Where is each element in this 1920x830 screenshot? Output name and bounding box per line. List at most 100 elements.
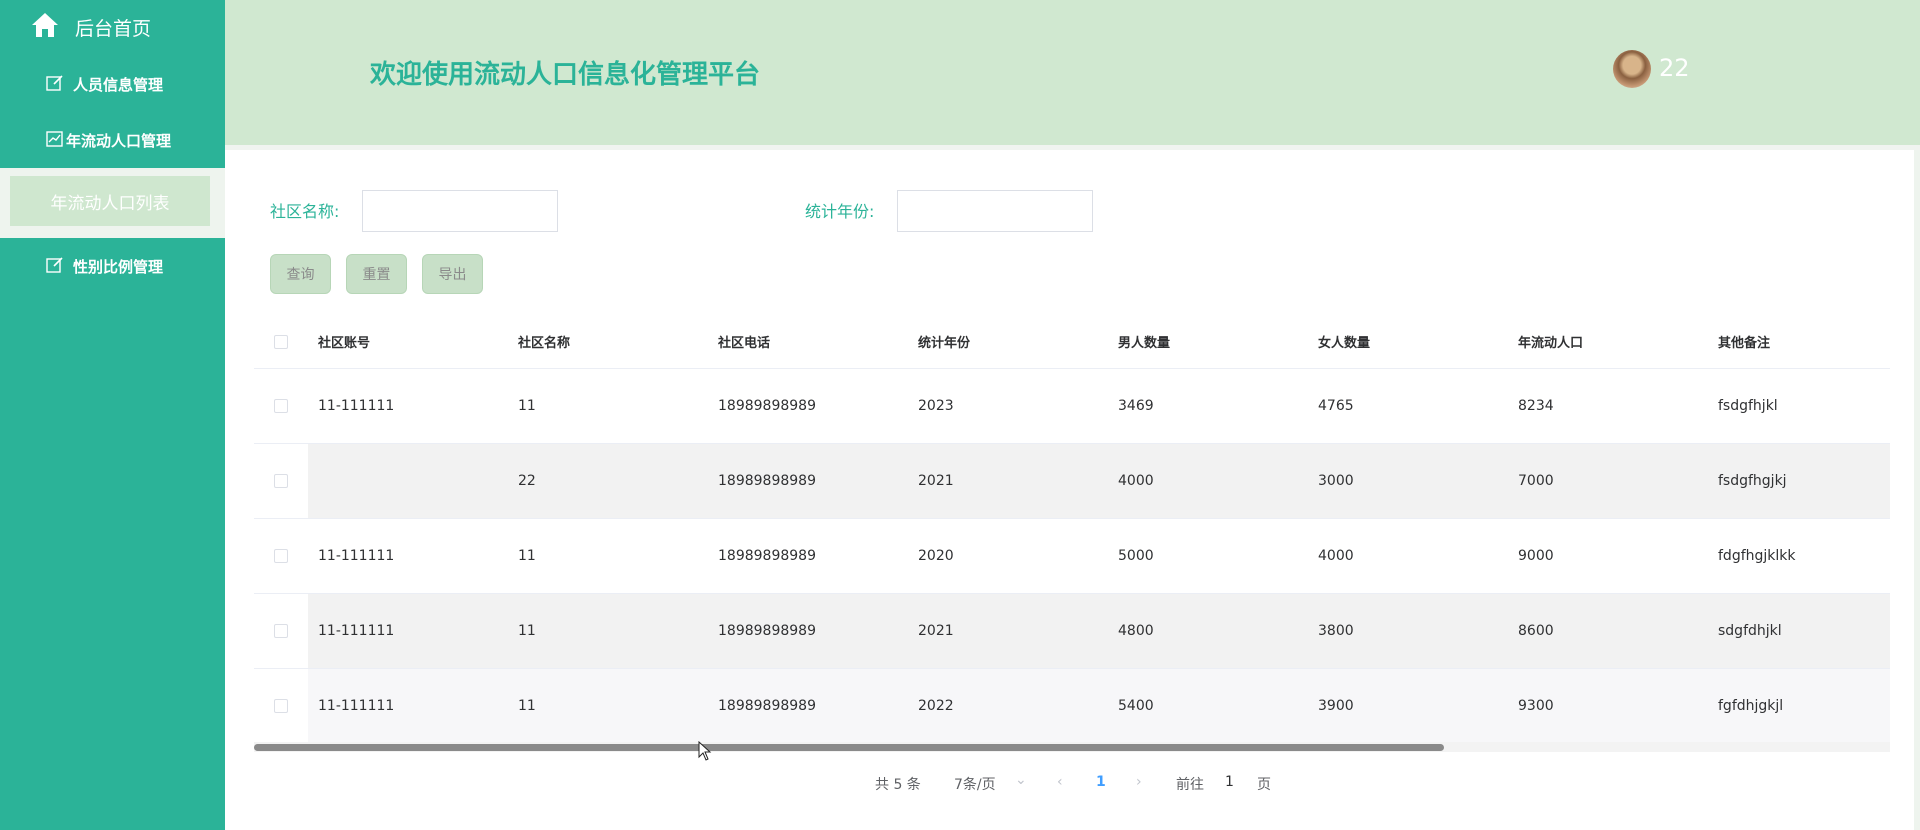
table-cell: 18989898989 [718, 698, 816, 714]
goto-page-input[interactable]: 1 [1225, 774, 1234, 790]
table-cell: 11-111111 [318, 398, 395, 414]
table-cell: 4800 [1118, 623, 1154, 639]
row-checkbox[interactable] [274, 399, 288, 413]
table-row[interactable]: 11-111111 11 18989898989 2020 5000 4000 … [254, 519, 1890, 594]
stat-year-label: 统计年份: [805, 202, 875, 221]
table-cell: 18989898989 [718, 548, 816, 564]
row-select-cell [254, 369, 308, 443]
column-header[interactable]: 社区名称 [518, 315, 570, 368]
table-cell: 18989898989 [718, 473, 816, 489]
table-cell: 2021 [918, 473, 954, 489]
sidebar-home[interactable]: 后台首页 [0, 0, 225, 52]
table-cell: sdgfdhjkl [1718, 623, 1782, 639]
table-cell: 2023 [918, 398, 954, 414]
row-select-cell [254, 594, 308, 668]
table-row[interactable]: 11-111111 11 18989898989 2021 4800 3800 … [254, 594, 1890, 669]
username[interactable]: 22 [1659, 54, 1690, 82]
column-header[interactable]: 社区账号 [318, 315, 370, 368]
community-name-label: 社区名称: [270, 202, 340, 221]
table-cell: 11-111111 [318, 548, 395, 564]
prev-page-icon[interactable]: ‹ [1057, 774, 1063, 790]
row-checkbox[interactable] [274, 624, 288, 638]
submenu-item-annual-floating-list[interactable]: 年流动人口列表 [10, 176, 210, 226]
header: 欢迎使用流动人口信息化管理平台 22 [225, 0, 1920, 145]
page-title: 欢迎使用流动人口信息化管理平台 [370, 60, 761, 90]
pagination-total: 共 5 条 [875, 777, 921, 793]
table-cell: 2022 [918, 698, 954, 714]
sidebar-home-label: 后台首页 [75, 18, 152, 40]
table-cell: 3800 [1318, 623, 1354, 639]
table-cell: 2020 [918, 548, 954, 564]
sidebar-item-gender-ratio[interactable]: 性别比例管理 [0, 238, 225, 294]
scrollbar-thumb[interactable] [254, 744, 1444, 751]
table-header: 社区账号 社区名称 社区电话 统计年份 男人数量 女人数量 年流动人口 其他备注 [254, 315, 1890, 369]
page-size-select[interactable]: 7条/页 [954, 774, 996, 794]
row-select-cell [254, 669, 308, 743]
table-cell: 8600 [1518, 623, 1554, 639]
table-cell: 18989898989 [718, 398, 816, 414]
next-page-icon[interactable]: › [1136, 774, 1142, 790]
sidebar-item-label: 人员信息管理 [73, 76, 164, 94]
column-header[interactable]: 男人数量 [1118, 315, 1170, 368]
row-checkbox[interactable] [274, 699, 288, 713]
horizontal-scrollbar[interactable] [254, 742, 1890, 752]
avatar[interactable] [1613, 50, 1651, 88]
select-all-checkbox[interactable] [274, 334, 288, 349]
row-checkbox[interactable] [274, 474, 288, 488]
column-header[interactable]: 统计年份 [918, 315, 970, 368]
column-header[interactable]: 社区电话 [718, 315, 770, 368]
table-cell: 2021 [918, 623, 954, 639]
table-cell: fsdgfhgjkj [1718, 473, 1787, 489]
table-cell: 4000 [1118, 473, 1154, 489]
edit-icon [46, 75, 63, 91]
table-cell: 11 [518, 623, 536, 639]
sidebar-item-personnel[interactable]: 人员信息管理 [0, 56, 225, 112]
table-cell: 18989898989 [718, 623, 816, 639]
table-cell: 11 [518, 698, 536, 714]
right-edge [1914, 150, 1920, 830]
page-number-current[interactable]: 1 [1096, 774, 1106, 790]
query-button[interactable]: 查询 [270, 254, 331, 294]
sidebar-item-label: 年流动人口管理 [66, 132, 172, 150]
table-row[interactable]: 22 18989898989 2021 4000 3000 7000 fsdgf… [254, 444, 1890, 519]
table-cell: 7000 [1518, 473, 1554, 489]
table-cell: 3469 [1118, 398, 1154, 414]
column-header[interactable]: 年流动人口 [1518, 315, 1583, 368]
table-cell: 11-111111 [318, 623, 395, 639]
app-root: 后台首页 人员信息管理 年流动人口管理 年流动人口列表 性别比例管理 欢迎使用流… [0, 0, 1920, 830]
edit-icon [46, 257, 63, 273]
table-cell: 9300 [1518, 698, 1554, 714]
table-cell: 11 [518, 548, 536, 564]
mouse-cursor-icon [698, 741, 712, 761]
column-header[interactable]: 其他备注 [1718, 315, 1770, 368]
goto-suffix: 页 [1257, 777, 1271, 793]
table-cell: 5000 [1118, 548, 1154, 564]
chart-icon [46, 131, 63, 147]
sidebar: 后台首页 人员信息管理 年流动人口管理 年流动人口列表 性别比例管理 [0, 0, 225, 830]
table-row[interactable]: 11-111111 11 18989898989 2023 3469 4765 … [254, 369, 1890, 444]
sidebar-item-annual-floating[interactable]: 年流动人口管理 [0, 112, 225, 168]
table-cell: 4000 [1318, 548, 1354, 564]
column-header[interactable]: 女人数量 [1318, 315, 1370, 368]
table-cell: 4765 [1318, 398, 1354, 414]
table-cell: fsdgfhjkl [1718, 398, 1778, 414]
table-cell: 8234 [1518, 398, 1554, 414]
table-cell: fdgfhgjklkk [1718, 548, 1796, 564]
reset-button[interactable]: 重置 [346, 254, 407, 294]
table-row[interactable]: 11-111111 11 18989898989 2022 5400 3900 … [254, 669, 1890, 744]
stat-year-input[interactable] [897, 190, 1093, 232]
table-cell: 5400 [1118, 698, 1154, 714]
export-button[interactable]: 导出 [422, 254, 483, 294]
table-cell: 22 [518, 473, 536, 489]
home-icon [32, 13, 58, 37]
table-cell: 3900 [1318, 698, 1354, 714]
row-checkbox[interactable] [274, 549, 288, 563]
community-name-input[interactable] [362, 190, 558, 232]
table-cell: 9000 [1518, 548, 1554, 564]
select-all-cell [254, 315, 308, 368]
chevron-down-icon[interactable]: ⌄ [1015, 772, 1027, 788]
sidebar-item-label: 性别比例管理 [73, 258, 164, 276]
row-select-cell [254, 444, 308, 518]
submenu: 年流动人口列表 [0, 168, 225, 238]
table-cell: fgfdhjgkjl [1718, 698, 1784, 714]
